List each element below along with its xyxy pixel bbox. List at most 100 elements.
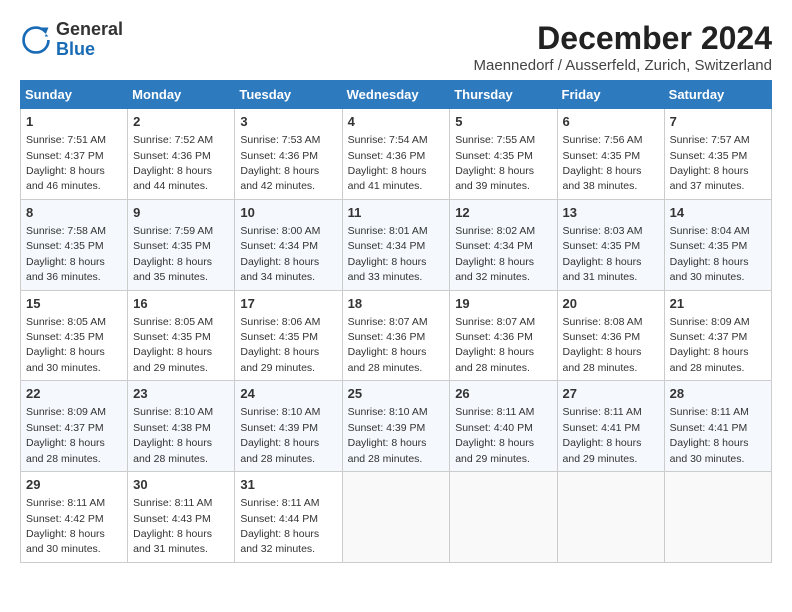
day-number: 25	[348, 385, 445, 403]
calendar-cell: 30 Sunrise: 8:11 AMSunset: 4:43 PMDayligh…	[128, 472, 235, 563]
calendar-cell: 14 Sunrise: 8:04 AMSunset: 4:35 PMDayligh…	[664, 199, 771, 290]
calendar-week-row: 29Sunrise: 8:11 AMSunset: 4:42 PMDayligh…	[21, 472, 772, 563]
day-content: Sunrise: 8:02 AMSunset: 4:34 PMDaylight:…	[455, 225, 535, 283]
day-content: Sunrise: 8:10 AMSunset: 4:39 PMDaylight:…	[240, 406, 320, 464]
calendar-cell: 9 Sunrise: 7:59 AMSunset: 4:35 PMDaylight…	[128, 199, 235, 290]
day-number: 14	[670, 204, 766, 222]
header-wednesday: Wednesday	[342, 81, 450, 109]
day-content: Sunrise: 8:09 AMSunset: 4:37 PMDaylight:…	[670, 316, 750, 374]
day-number: 4	[348, 113, 445, 131]
day-number: 18	[348, 295, 445, 313]
day-content: Sunrise: 8:00 AMSunset: 4:34 PMDaylight:…	[240, 225, 320, 283]
day-number: 28	[670, 385, 766, 403]
day-number: 16	[133, 295, 229, 313]
day-number: 30	[133, 476, 229, 494]
calendar-header-row: SundayMondayTuesdayWednesdayThursdayFrid…	[21, 81, 772, 109]
logo-text: General Blue	[56, 20, 123, 60]
day-number: 19	[455, 295, 551, 313]
header: General Blue December 2024 Maennedorf / …	[20, 20, 772, 74]
day-number: 8	[26, 204, 122, 222]
calendar-week-row: 8 Sunrise: 7:58 AMSunset: 4:35 PMDaylight…	[21, 199, 772, 290]
calendar-cell: 5 Sunrise: 7:55 AMSunset: 4:35 PMDaylight…	[450, 109, 557, 200]
day-number: 6	[563, 113, 659, 131]
day-content: Sunrise: 8:05 AMSunset: 4:35 PMDaylight:…	[26, 316, 106, 374]
logo: General Blue	[20, 20, 123, 60]
day-content: Sunrise: 8:01 AMSunset: 4:34 PMDaylight:…	[348, 225, 428, 283]
calendar-cell: 29Sunrise: 8:11 AMSunset: 4:42 PMDayligh…	[21, 472, 128, 563]
day-content: Sunrise: 7:56 AMSunset: 4:35 PMDaylight:…	[563, 134, 643, 192]
day-content: Sunrise: 8:11 AMSunset: 4:43 PMDaylight:…	[133, 497, 212, 555]
calendar-cell: 17 Sunrise: 8:06 AMSunset: 4:35 PMDayligh…	[235, 290, 342, 381]
calendar-cell: 28 Sunrise: 8:11 AMSunset: 4:41 PMDayligh…	[664, 381, 771, 472]
logo-general-text: General	[56, 19, 123, 39]
day-number: 27	[563, 385, 659, 403]
day-content: Sunrise: 8:11 AMSunset: 4:41 PMDaylight:…	[563, 406, 642, 464]
calendar-cell: 15Sunrise: 8:05 AMSunset: 4:35 PMDayligh…	[21, 290, 128, 381]
day-content: Sunrise: 7:58 AMSunset: 4:35 PMDaylight:…	[26, 225, 106, 283]
calendar-cell: 22 Sunrise: 8:09 AMSunset: 4:37 PMDayligh…	[21, 381, 128, 472]
day-content: Sunrise: 8:07 AMSunset: 4:36 PMDaylight:…	[348, 316, 428, 374]
day-content: Sunrise: 8:06 AMSunset: 4:35 PMDaylight:…	[240, 316, 320, 374]
day-number: 10	[240, 204, 336, 222]
calendar-cell: 20 Sunrise: 8:08 AMSunset: 4:36 PMDayligh…	[557, 290, 664, 381]
calendar-cell: 27 Sunrise: 8:11 AMSunset: 4:41 PMDayligh…	[557, 381, 664, 472]
calendar-cell: 4Sunrise: 7:54 AMSunset: 4:36 PMDaylight…	[342, 109, 450, 200]
day-number: 17	[240, 295, 336, 313]
calendar-cell: 8 Sunrise: 7:58 AMSunset: 4:35 PMDaylight…	[21, 199, 128, 290]
day-number: 2	[133, 113, 229, 131]
calendar-cell	[450, 472, 557, 563]
day-number: 29	[26, 476, 122, 494]
calendar-cell: 18 Sunrise: 8:07 AMSunset: 4:36 PMDayligh…	[342, 290, 450, 381]
day-content: Sunrise: 8:10 AMSunset: 4:38 PMDaylight:…	[133, 406, 213, 464]
location-title: Maennedorf / Ausserfeld, Zurich, Switzer…	[474, 57, 772, 74]
day-content: Sunrise: 8:09 AMSunset: 4:37 PMDaylight:…	[26, 406, 106, 464]
month-title: December 2024	[474, 20, 772, 57]
header-friday: Friday	[557, 81, 664, 109]
calendar-cell: 21 Sunrise: 8:09 AMSunset: 4:37 PMDayligh…	[664, 290, 771, 381]
day-number: 31	[240, 476, 336, 494]
calendar-cell: 16 Sunrise: 8:05 AMSunset: 4:35 PMDayligh…	[128, 290, 235, 381]
calendar-week-row: 15Sunrise: 8:05 AMSunset: 4:35 PMDayligh…	[21, 290, 772, 381]
header-sunday: Sunday	[21, 81, 128, 109]
day-number: 26	[455, 385, 551, 403]
logo-blue-text: Blue	[56, 39, 95, 59]
day-number: 21	[670, 295, 766, 313]
calendar-cell: 6 Sunrise: 7:56 AMSunset: 4:35 PMDaylight…	[557, 109, 664, 200]
day-number: 24	[240, 385, 336, 403]
calendar-cell: 19 Sunrise: 8:07 AMSunset: 4:36 PMDayligh…	[450, 290, 557, 381]
day-content: Sunrise: 7:55 AMSunset: 4:35 PMDaylight:…	[455, 134, 535, 192]
day-number: 1	[26, 113, 122, 131]
calendar-cell: 10 Sunrise: 8:00 AMSunset: 4:34 PMDayligh…	[235, 199, 342, 290]
day-number: 5	[455, 113, 551, 131]
day-content: Sunrise: 8:03 AMSunset: 4:35 PMDaylight:…	[563, 225, 643, 283]
day-number: 9	[133, 204, 229, 222]
header-monday: Monday	[128, 81, 235, 109]
calendar-cell	[557, 472, 664, 563]
day-number: 20	[563, 295, 659, 313]
day-number: 23	[133, 385, 229, 403]
day-content: Sunrise: 8:08 AMSunset: 4:36 PMDaylight:…	[563, 316, 643, 374]
day-number: 22	[26, 385, 122, 403]
day-content: Sunrise: 7:59 AMSunset: 4:35 PMDaylight:…	[133, 225, 213, 283]
calendar-cell: 7 Sunrise: 7:57 AMSunset: 4:35 PMDaylight…	[664, 109, 771, 200]
calendar-cell	[664, 472, 771, 563]
header-tuesday: Tuesday	[235, 81, 342, 109]
day-number: 12	[455, 204, 551, 222]
day-content: Sunrise: 8:11 AMSunset: 4:41 PMDaylight:…	[670, 406, 749, 464]
day-content: Sunrise: 8:05 AMSunset: 4:35 PMDaylight:…	[133, 316, 213, 374]
calendar-cell: 25Sunrise: 8:10 AMSunset: 4:39 PMDayligh…	[342, 381, 450, 472]
header-thursday: Thursday	[450, 81, 557, 109]
calendar-cell: 24 Sunrise: 8:10 AMSunset: 4:39 PMDayligh…	[235, 381, 342, 472]
title-area: December 2024 Maennedorf / Ausserfeld, Z…	[474, 20, 772, 74]
day-content: Sunrise: 8:07 AMSunset: 4:36 PMDaylight:…	[455, 316, 535, 374]
calendar-cell: 12 Sunrise: 8:02 AMSunset: 4:34 PMDayligh…	[450, 199, 557, 290]
day-number: 3	[240, 113, 336, 131]
day-content: Sunrise: 7:53 AMSunset: 4:36 PMDaylight:…	[240, 134, 320, 192]
day-number: 7	[670, 113, 766, 131]
day-content: Sunrise: 8:04 AMSunset: 4:35 PMDaylight:…	[670, 225, 750, 283]
calendar-cell: 31Sunrise: 8:11 AMSunset: 4:44 PMDayligh…	[235, 472, 342, 563]
day-content: Sunrise: 7:57 AMSunset: 4:35 PMDaylight:…	[670, 134, 750, 192]
day-number: 13	[563, 204, 659, 222]
day-content: Sunrise: 8:11 AMSunset: 4:40 PMDaylight:…	[455, 406, 534, 464]
logo-icon	[20, 24, 52, 56]
